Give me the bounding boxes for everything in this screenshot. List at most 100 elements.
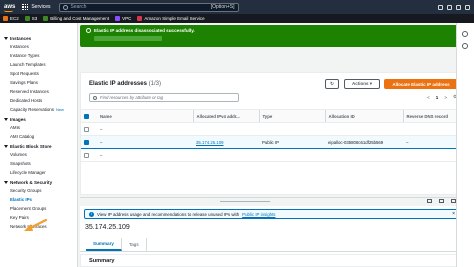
- settings-icon[interactable]: [465, 4, 470, 10]
- column-allocated-ip[interactable]: Allocated IPv4 addr...: [192, 109, 259, 123]
- ip-link[interactable]: 35.174.25.109: [196, 140, 223, 145]
- sidebar-item-instance-types[interactable]: Instance Types: [0, 51, 77, 60]
- split-side-icon[interactable]: [439, 199, 444, 203]
- sidebar-section-network-security[interactable]: Network & Security: [0, 177, 77, 186]
- search-shortcut-hint: [Option+S]: [210, 4, 235, 10]
- row-checkbox[interactable]: [84, 126, 89, 132]
- favorite-label: EC2: [10, 16, 19, 21]
- sidebar-item-reserved-instances[interactable]: Reserved Instances: [0, 87, 77, 96]
- cell-allocation-id: [325, 122, 403, 136]
- sidebar-item-lifecycle-manager[interactable]: Lifecycle Manager: [0, 168, 77, 177]
- sidebar-item-security-groups[interactable]: Security Groups: [0, 186, 77, 195]
- sidebar-item-launch-templates[interactable]: Launch Templates: [0, 60, 77, 69]
- sidebar-item-savings-plans[interactable]: Savings Plans: [0, 78, 77, 87]
- sidebar-section-images[interactable]: Images: [0, 114, 77, 123]
- elastic-ip-table: Name Allocated IPv4 addr... Type Allocat…: [81, 109, 463, 162]
- sidebar-item-amis[interactable]: AMIs: [0, 123, 77, 132]
- notifications-panel-icon[interactable]: [462, 43, 468, 49]
- public-ip-insights-link[interactable]: Public IP insights: [242, 212, 275, 217]
- split-bottom-icon[interactable]: [427, 199, 432, 203]
- sidebar-item-network-interfaces[interactable]: Network Interfaces: [0, 222, 77, 231]
- cell-dns: [403, 122, 463, 136]
- main-content: Elastic IP address disassociated success…: [80, 23, 474, 267]
- sidebar-item-dedicated-hosts[interactable]: Dedicated Hosts: [0, 96, 77, 105]
- success-check-icon: [86, 28, 91, 33]
- sidebar-section-title: Instances: [10, 36, 32, 41]
- tab-tags[interactable]: Tags: [122, 238, 147, 251]
- search-input[interactable]: Search [Option+S]: [58, 2, 239, 12]
- sidebar-item-key-pairs[interactable]: Key Pairs: [0, 213, 77, 222]
- sidebar-item-elastic-ips[interactable]: Elastic IPs: [0, 195, 77, 204]
- ses-icon: [137, 16, 143, 21]
- select-all-checkbox[interactable]: [84, 113, 89, 119]
- table-row[interactable]: –: [81, 122, 463, 136]
- table-row[interactable]: –: [81, 148, 463, 162]
- column-type[interactable]: Type: [258, 109, 325, 123]
- services-menu[interactable]: Services: [31, 4, 50, 10]
- page-prev-button[interactable]: <: [427, 95, 430, 100]
- cell-allocation-id: [325, 148, 403, 162]
- sidebar-item-spot-requests[interactable]: Spot Requests: [0, 69, 77, 78]
- selection-count: (1/3): [148, 81, 161, 87]
- search-icon: [62, 4, 68, 10]
- info-icon: i: [89, 211, 94, 217]
- cell-type: [259, 122, 325, 136]
- sidebar-item-ami-catalog[interactable]: AMI Catalog: [0, 132, 77, 141]
- sidebar-section-title: Network & Security: [10, 180, 53, 185]
- row-checkbox[interactable]: [84, 139, 89, 145]
- page-current[interactable]: 1: [436, 95, 439, 100]
- table-row[interactable]: – 35.174.25.109 Public IP eipalloc-03580…: [81, 135, 463, 149]
- favorites-bar: EC2 S3 Billing and Cost Management VPC A…: [0, 14, 474, 23]
- info-text: View IP address usage and recommendation…: [97, 211, 240, 217]
- cell-ip: [193, 122, 259, 136]
- sidebar-section-ebs[interactable]: Elastic Block Store: [0, 141, 77, 150]
- sidebar-section-instances[interactable]: Instances: [0, 33, 77, 42]
- notifications-icon[interactable]: [447, 4, 452, 10]
- actions-button[interactable]: Actions ▾: [344, 79, 380, 89]
- sidebar-item-placement-groups[interactable]: Placement Groups: [0, 204, 77, 213]
- drag-handle[interactable]: [220, 201, 270, 202]
- info-panel-icon[interactable]: [462, 31, 468, 37]
- sidebar-item-capacity-reservations[interactable]: Capacity Reservations New: [0, 105, 77, 114]
- select-all-header: [81, 109, 97, 123]
- sidebar-item-instances[interactable]: Instances: [0, 42, 77, 51]
- favorite-ec2[interactable]: EC2: [3, 16, 19, 21]
- favorite-vpc[interactable]: VPC: [115, 16, 131, 21]
- filter-input[interactable]: Find resources by attribute or tag: [89, 93, 239, 102]
- favorite-ses[interactable]: Amazon Simple Email Service: [137, 16, 205, 21]
- allocate-elastic-ip-button[interactable]: Allocate Elastic IP address: [384, 79, 458, 89]
- cell-type: Public IP: [259, 135, 325, 149]
- favorite-billing[interactable]: Billing and Cost Management: [43, 16, 109, 21]
- sidebar-item-volumes[interactable]: Volumes: [0, 150, 77, 159]
- filter-placeholder: Find resources by attribute or tag: [100, 95, 164, 100]
- favorite-label: S3: [31, 16, 38, 21]
- page-next-button[interactable]: >: [444, 95, 447, 100]
- cell-name: –: [97, 135, 193, 149]
- search-placeholder: Search: [70, 4, 87, 10]
- column-name[interactable]: Name: [97, 109, 193, 123]
- sidebar-item-snapshots[interactable]: Snapshots: [0, 159, 77, 168]
- tab-summary[interactable]: Summary: [86, 238, 122, 251]
- close-icon[interactable]: ×: [452, 211, 455, 217]
- services-grid-icon[interactable]: [22, 4, 29, 10]
- column-allocation-id[interactable]: Allocation ID: [324, 109, 403, 123]
- panel-title: Elastic IP addresses (1/3): [89, 81, 161, 87]
- split-panel-divider[interactable]: [80, 197, 474, 205]
- cloudshell-icon[interactable]: [438, 4, 443, 10]
- refresh-button[interactable]: ↻: [325, 79, 339, 89]
- row-checkbox[interactable]: [84, 152, 89, 158]
- detail-panel: i View IP address usage and recommendati…: [80, 206, 464, 267]
- aws-logo[interactable]: aws: [4, 4, 15, 12]
- row-select-cell: [81, 122, 97, 136]
- favorite-s3[interactable]: S3: [24, 16, 38, 21]
- sidebar-item-label: Capacity Reservations: [10, 107, 54, 112]
- cell-ip: 35.174.25.109: [193, 135, 259, 149]
- help-icon[interactable]: [456, 4, 461, 10]
- caret-down-icon: [4, 118, 8, 121]
- caret-down-icon: [4, 181, 8, 184]
- right-rail: [456, 23, 474, 267]
- cell-dns: [403, 148, 463, 162]
- new-badge: New: [55, 107, 64, 112]
- column-reverse-dns[interactable]: Reverse DNS record: [402, 109, 463, 123]
- cell-ip: [193, 148, 259, 162]
